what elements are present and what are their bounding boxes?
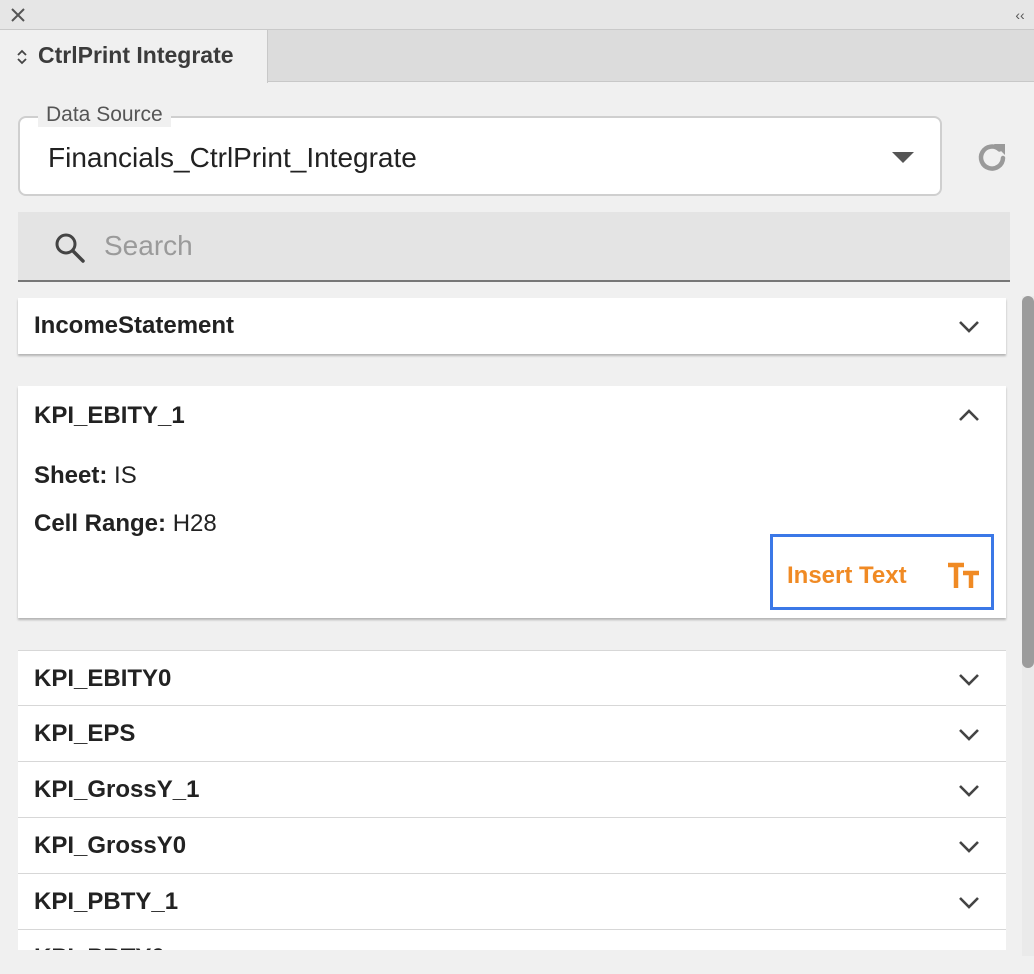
data-source-value: Financials_CtrlPrint_Integrate xyxy=(48,142,417,173)
tab-label: CtrlPrint Integrate xyxy=(38,42,234,68)
item-kpi-ebity0[interactable]: KPI_EBITY0 xyxy=(18,650,1006,706)
chevron-down-icon[interactable] xyxy=(958,784,980,798)
item-title: KPI_PBTY_1 xyxy=(34,888,179,915)
item-kpi-grossy0[interactable]: KPI_GrossY0 xyxy=(18,818,1006,874)
panel-bottom-edge xyxy=(0,950,1034,974)
insert-text-label: Insert Text xyxy=(787,562,907,589)
refresh-icon[interactable] xyxy=(972,138,1012,178)
item-kpi-eps[interactable]: KPI_EPS xyxy=(18,706,1006,762)
cell-range-detail: Cell Range: H28 xyxy=(34,510,217,538)
panel-title-bar: ‹‹ xyxy=(0,0,1034,30)
tab-ctrlprint-integrate[interactable]: CtrlPrint Integrate xyxy=(0,30,268,83)
insert-text-button[interactable]: Insert Text xyxy=(770,534,994,610)
item-title: KPI_GrossY_1 xyxy=(34,776,200,803)
chevron-down-icon[interactable] xyxy=(958,728,980,742)
collapse-panel-icon[interactable]: ‹‹ xyxy=(1010,6,1030,24)
item-title: KPI_EBITY0 xyxy=(34,665,172,692)
item-kpi-pbty-1[interactable]: KPI_PBTY_1 xyxy=(18,874,1006,930)
sheet-value: IS xyxy=(107,462,137,489)
cell-range-label: Cell Range: xyxy=(34,510,167,537)
item-title: KPI_EPS xyxy=(34,720,136,747)
data-source-label: Data Source xyxy=(38,103,171,127)
cell-range-value: H28 xyxy=(166,510,217,537)
item-title: KPI_EBITY_1 xyxy=(34,402,185,429)
search-bar xyxy=(18,212,1010,282)
item-title: IncomeStatement xyxy=(34,312,235,339)
sheet-label: Sheet: xyxy=(34,462,108,489)
search-icon xyxy=(55,233,85,263)
sheet-detail: Sheet: IS xyxy=(34,462,137,490)
chevron-down-icon[interactable] xyxy=(958,840,980,854)
item-kpi-ebity-1-expanded: KPI_EBITY_1 Sheet: IS Cell Range: H28 In… xyxy=(18,386,1006,618)
chevron-down-icon[interactable] xyxy=(958,896,980,910)
search-input[interactable] xyxy=(104,226,984,266)
scrollbar-thumb[interactable] xyxy=(1022,296,1034,668)
chevron-up-icon[interactable] xyxy=(958,408,980,422)
list-scrollbar[interactable] xyxy=(1022,296,1034,956)
close-icon[interactable] xyxy=(8,5,28,25)
text-size-icon xyxy=(948,562,979,588)
item-kpi-grossy-1[interactable]: KPI_GrossY_1 xyxy=(18,762,1006,818)
item-title: KPI_GrossY0 xyxy=(34,832,187,859)
data-source-select[interactable]: Financials_CtrlPrint_Integrate xyxy=(18,116,942,196)
tab-bar: CtrlPrint Integrate xyxy=(0,30,1034,83)
item-income-statement[interactable]: IncomeStatement xyxy=(18,298,1006,354)
dropdown-caret-icon xyxy=(892,152,914,163)
chevron-down-icon[interactable] xyxy=(958,320,980,334)
data-item-list: IncomeStatement KPI_EBITY_1 Sheet: IS Ce… xyxy=(0,296,1034,956)
chevron-down-icon[interactable] xyxy=(958,673,980,687)
updown-chevron-icon xyxy=(17,49,27,65)
